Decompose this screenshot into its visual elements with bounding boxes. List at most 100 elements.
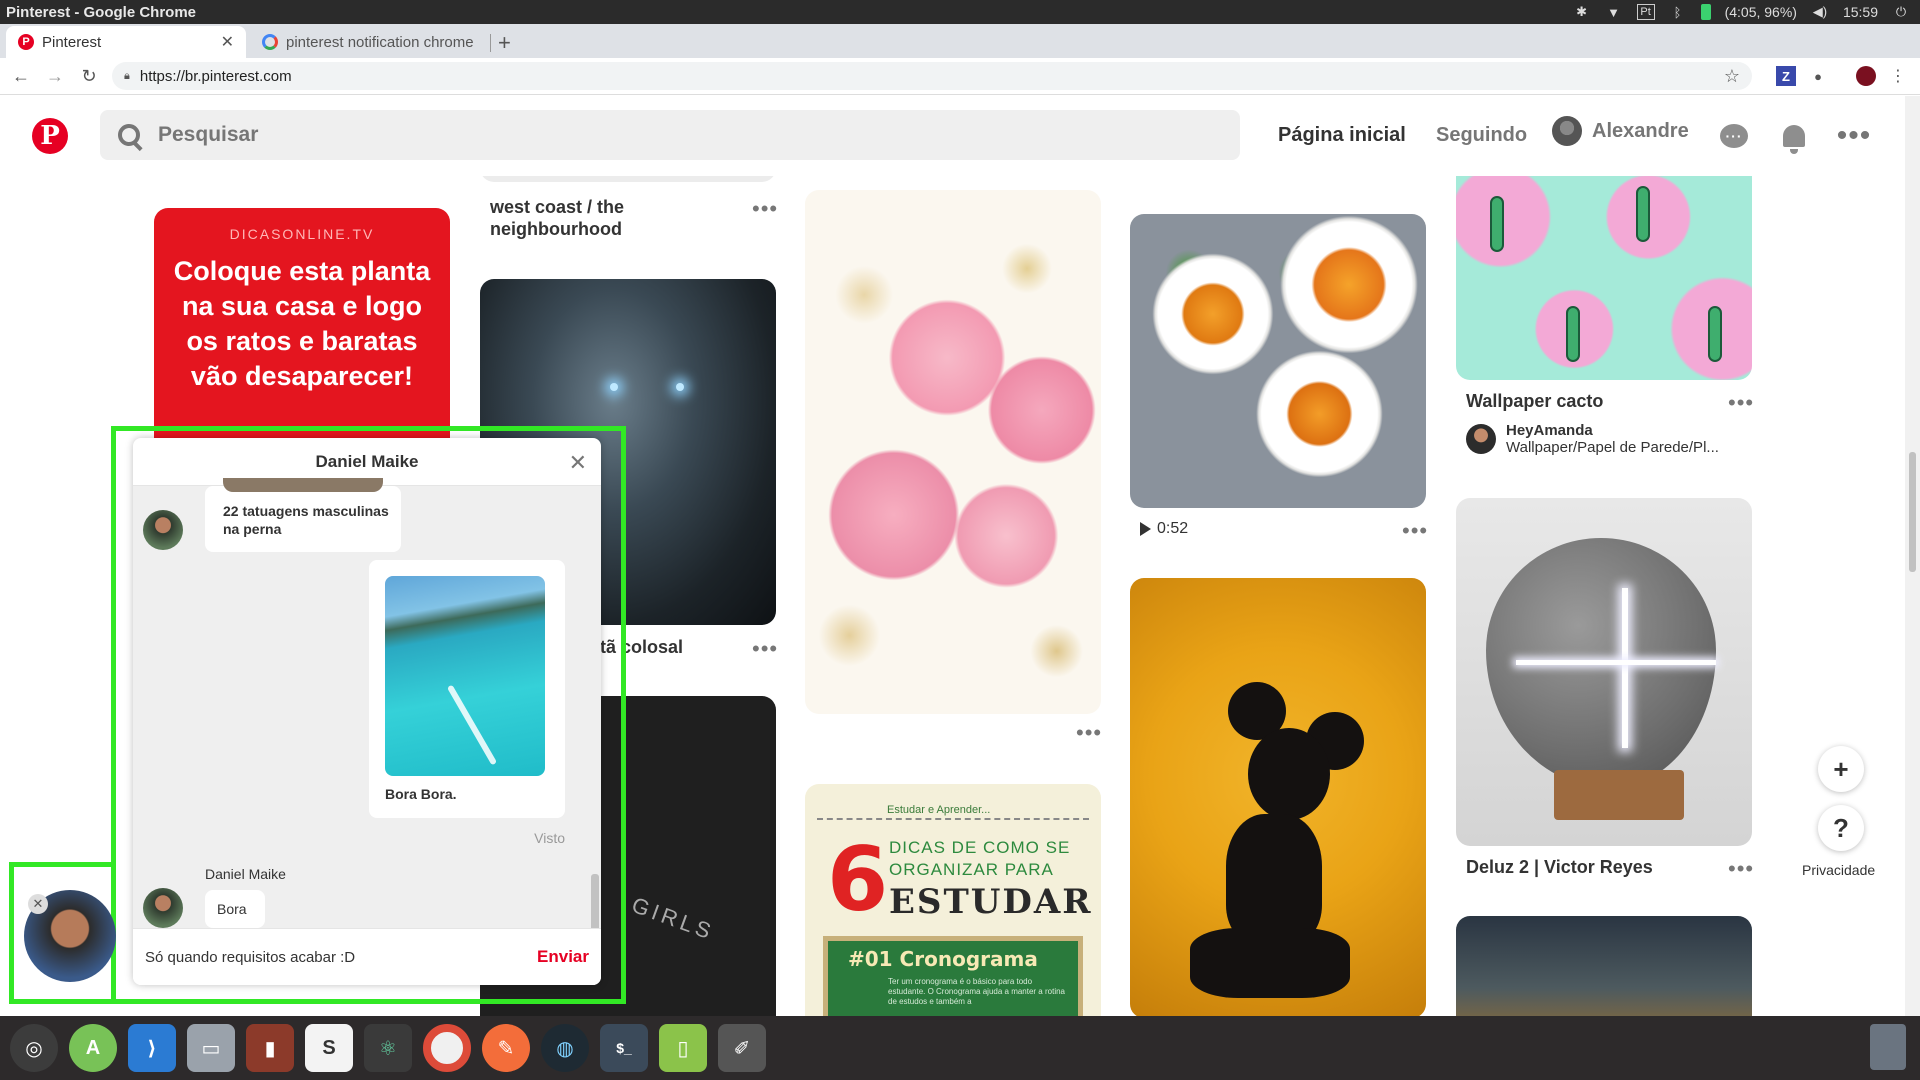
pin-image-text: GIRLS <box>628 892 718 945</box>
chrome-menu-icon[interactable]: ⋮ <box>1888 66 1908 86</box>
add-button[interactable]: + <box>1818 746 1864 792</box>
pin-mickey-silhouette[interactable] <box>1130 578 1426 1016</box>
more-options-icon[interactable]: ••• <box>1837 120 1871 152</box>
battery-icon[interactable] <box>1700 4 1711 20</box>
extension-z-icon[interactable]: Z <box>1776 66 1796 86</box>
slack-icon[interactable]: S <box>305 1024 353 1072</box>
gitkraken-icon[interactable]: ◍ <box>541 1024 589 1072</box>
seen-status: Visto <box>534 830 565 846</box>
trash-icon[interactable] <box>1870 1024 1906 1070</box>
tablet-app-icon[interactable]: ▯ <box>659 1024 707 1072</box>
help-button[interactable]: ? <box>1818 805 1864 851</box>
tab-google-search[interactable]: pinterest notification chrome <box>250 26 490 58</box>
dock: ◎ A ⟩ ▭ ▮ S ⚛ ✎ ◍ $_ ▯ ✐ <box>0 1016 1920 1080</box>
send-button[interactable]: Enviar <box>537 947 589 967</box>
avatar <box>143 510 183 550</box>
nav-following[interactable]: Seguindo <box>1436 124 1527 147</box>
shared-pin-card[interactable]: Bora Bora. <box>369 560 565 818</box>
chat-input-area: Enviar <box>133 928 601 985</box>
pin-line: ORGANIZAR PARA <box>889 860 1054 879</box>
chalkboard: #01 Cronograma Ter um cronograma é o bás… <box>823 936 1083 1016</box>
pin-more-icon[interactable]: ••• <box>1728 858 1754 880</box>
book-icon[interactable]: ▮ <box>246 1024 294 1072</box>
bluetooth-icon[interactable]: ᛒ <box>1669 4 1687 20</box>
forward-icon[interactable]: → <box>42 63 68 89</box>
gimp-icon[interactable]: ✐ <box>718 1024 766 1072</box>
search-bar[interactable] <box>100 110 1240 160</box>
message-input[interactable] <box>145 948 530 966</box>
shared-pin-title: Bora Bora. <box>385 786 457 802</box>
volume-icon[interactable]: ◀) <box>1811 4 1829 20</box>
ubuntu-icon[interactable]: ◎ <box>10 1024 58 1072</box>
files-icon[interactable]: ▭ <box>187 1024 235 1072</box>
close-tab-icon[interactable]: ✕ <box>221 32 234 52</box>
pinner-name: HeyAmanda <box>1506 422 1593 439</box>
postman-icon[interactable]: ✎ <box>482 1024 530 1072</box>
close-icon[interactable]: ✕ <box>569 450 587 476</box>
pin-cactus-wallpaper[interactable] <box>1456 176 1752 380</box>
avatar <box>1466 424 1496 454</box>
tab-title: Pinterest <box>42 33 102 51</box>
messages-icon[interactable]: ··· <box>1718 120 1750 152</box>
pin-more-icon[interactable]: ••• <box>1728 392 1754 414</box>
message-bubble: Bora <box>205 890 265 928</box>
search-input[interactable] <box>158 123 1058 147</box>
shared-pin-card[interactable]: 22 tatuagens masculinas na perna <box>205 478 401 552</box>
play-icon <box>1140 522 1151 536</box>
tab-divider <box>490 34 491 52</box>
chat-messages[interactable]: 22 tatuagens masculinas na perna Bora Bo… <box>133 478 601 932</box>
lock-icon[interactable]: 🔒︎ <box>124 70 130 83</box>
pin-line: ESTUDAR <box>889 882 1093 922</box>
profile-avatar-icon[interactable] <box>1856 66 1876 86</box>
highlight-frame <box>9 862 116 867</box>
keyboard-layout-icon[interactable]: Pt <box>1636 4 1655 20</box>
privacy-link[interactable]: Privacidade <box>1802 862 1875 878</box>
terminal-icon[interactable]: $_ <box>600 1024 648 1072</box>
pin-line: DICAS DE COMO SE <box>889 838 1071 857</box>
android-studio-icon[interactable]: A <box>69 1024 117 1072</box>
chat-scrollbar[interactable] <box>589 490 599 932</box>
pin-more-icon[interactable]: ••• <box>752 638 778 660</box>
pin-title[interactable]: Wallpaper cacto <box>1466 390 1603 412</box>
nav-home[interactable]: Página inicial <box>1278 124 1406 147</box>
pin-more-icon[interactable]: ••• <box>1402 520 1428 542</box>
pin-study-tips[interactable]: Estudar e Aprender... 6 DICAS DE COMO SE… <box>805 784 1101 1016</box>
pin-more-icon[interactable]: ••• <box>1076 722 1102 744</box>
tab-pinterest[interactable]: P Pinterest ✕ <box>6 26 246 58</box>
chat-window: Daniel Maike ✕ 22 tatuagens masculinas n… <box>133 438 601 985</box>
close-chat-head-icon[interactable]: ✕ <box>28 894 48 914</box>
nav-profile[interactable]: Alexandre <box>1552 116 1689 146</box>
extension-bulb-icon[interactable]: ● <box>1808 66 1828 86</box>
bookmark-star-icon[interactable]: ☆ <box>1724 66 1740 87</box>
avatar <box>143 888 183 928</box>
pin-byline[interactable]: HeyAmanda Wallpaper/Papel de Parede/Pl..… <box>1466 422 1719 456</box>
battery-status: (4:05, 96%) <box>1724 4 1797 20</box>
pin-title[interactable]: Deluz 2 | Victor Reyes <box>1466 856 1653 878</box>
page-scrollbar[interactable] <box>1905 96 1920 1016</box>
pin-more-icon[interactable]: ••• <box>752 198 778 220</box>
pin-dragon-art[interactable] <box>1456 916 1752 1016</box>
pin-source-text: DICASONLINE.TV <box>229 226 375 242</box>
notifications-bell-icon[interactable] <box>1778 120 1810 154</box>
pin-thumbnail <box>385 576 545 776</box>
power-icon[interactable]: ⏻ <box>1892 4 1910 20</box>
pin-image-partial[interactable] <box>480 176 776 182</box>
settings-icon[interactable]: ✱ <box>1573 4 1591 20</box>
pin-stone-lamp[interactable] <box>1456 498 1752 846</box>
back-icon[interactable]: ← <box>8 63 34 89</box>
chrome-icon[interactable] <box>423 1024 471 1072</box>
pinterest-logo-icon[interactable]: P <box>32 118 68 154</box>
reload-icon[interactable]: ↻ <box>76 63 102 89</box>
pin-roses-wallpaper[interactable] <box>805 190 1101 714</box>
os-top-bar: Pinterest - Google Chrome ✱ ▼ Pt ᛒ (4:05… <box>0 0 1920 24</box>
new-tab-icon[interactable]: + <box>498 30 511 56</box>
url-text[interactable]: https://br.pinterest.com <box>140 68 1724 85</box>
clock[interactable]: 15:59 <box>1843 4 1878 20</box>
pin-title[interactable]: west coast / the neighbourhood <box>490 196 720 240</box>
wifi-icon[interactable]: ▼ <box>1605 4 1623 20</box>
search-icon <box>118 124 140 146</box>
address-bar[interactable]: 🔒︎ https://br.pinterest.com ☆ <box>112 62 1752 90</box>
pin-orange-chicken-bowls[interactable] <box>1130 214 1426 508</box>
atom-icon[interactable]: ⚛ <box>364 1024 412 1072</box>
vscode-icon[interactable]: ⟩ <box>128 1024 176 1072</box>
